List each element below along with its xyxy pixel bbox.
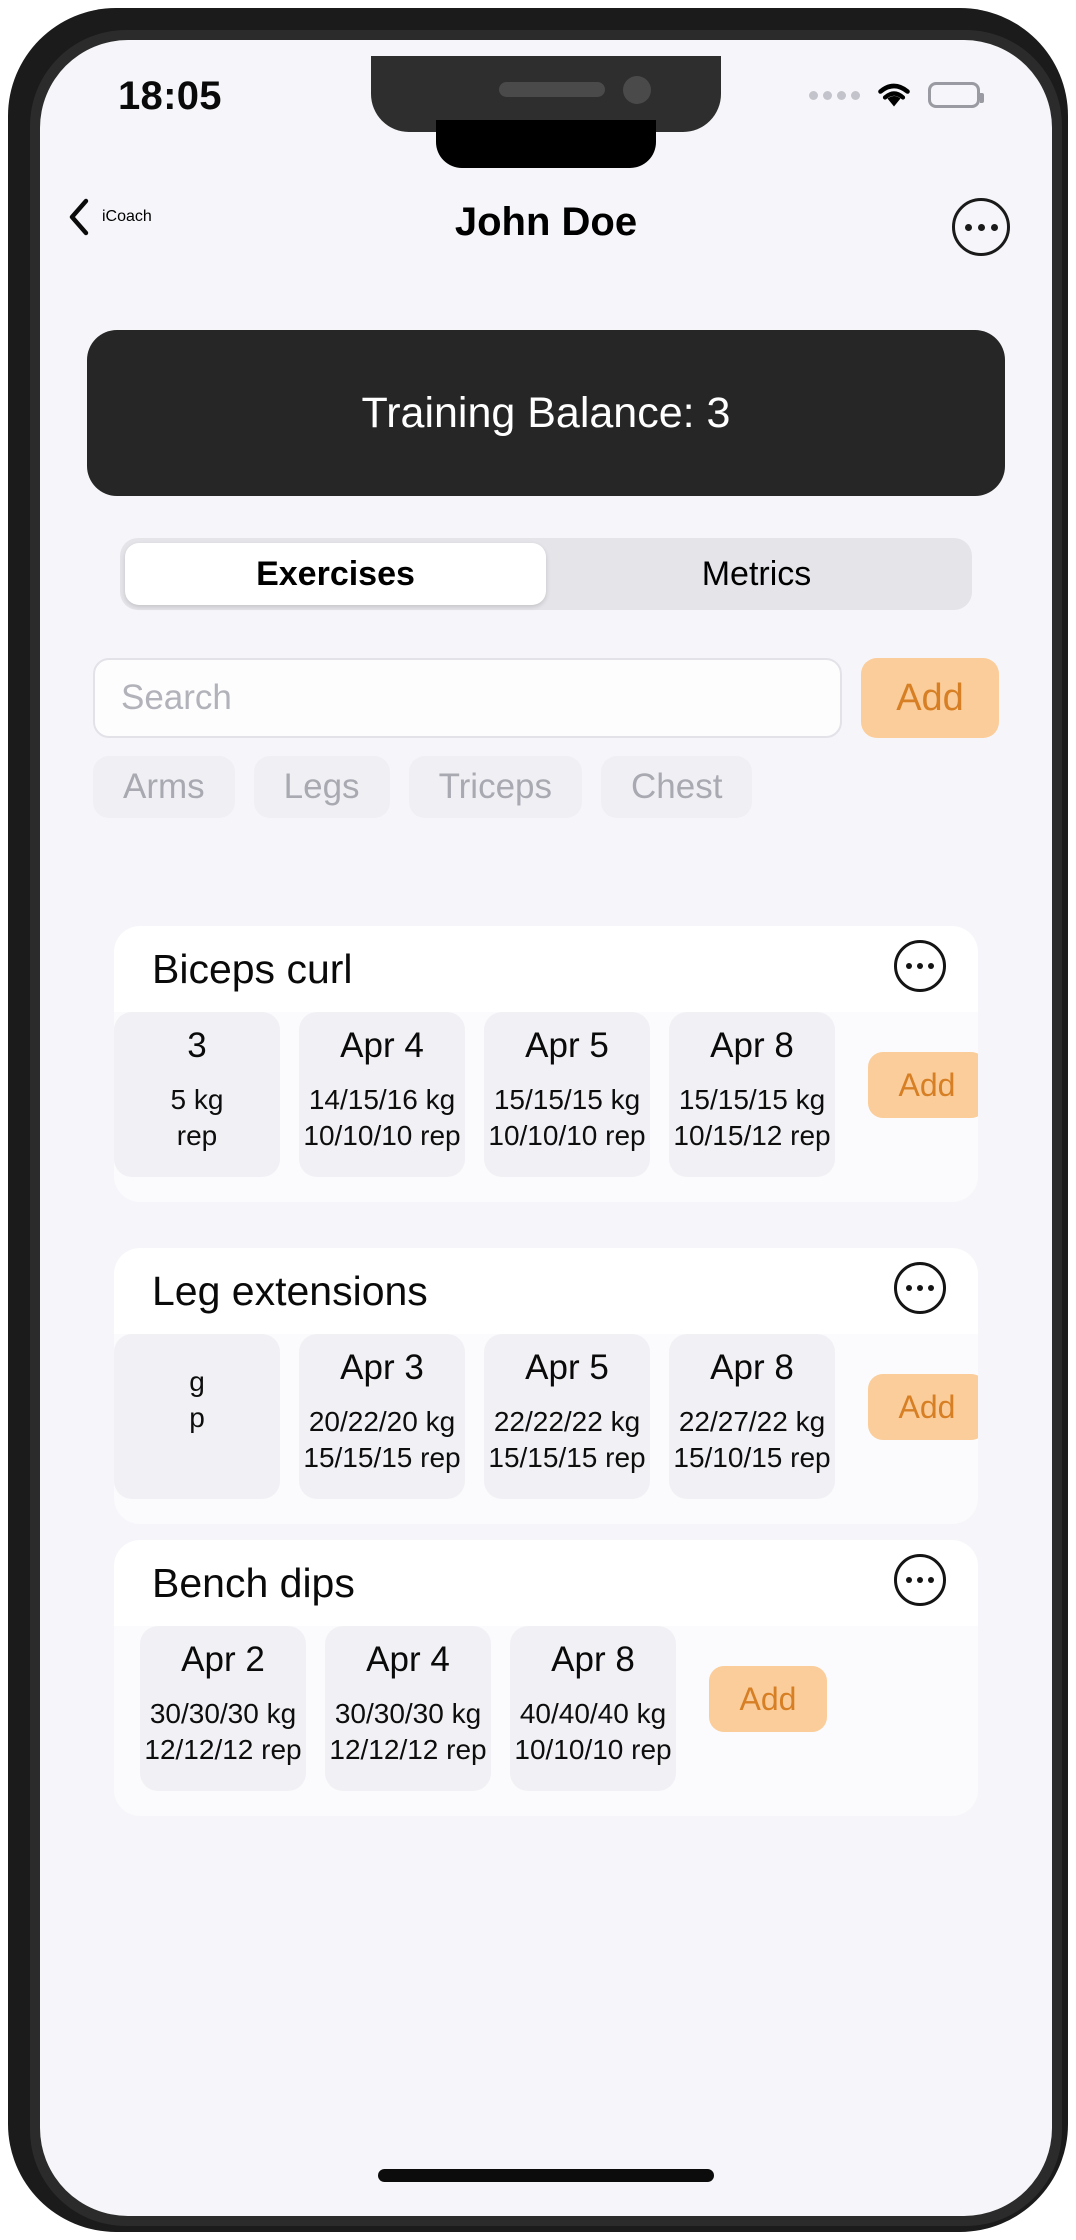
add-set-button[interactable]: Add bbox=[868, 1052, 978, 1118]
set-weight: 20/22/20 kg bbox=[308, 1406, 456, 1437]
filter-chip-arms-label: Arms bbox=[123, 767, 205, 806]
filter-chip-arms[interactable]: Arms bbox=[93, 756, 235, 818]
set-reps: 15/10/15 rep bbox=[673, 1441, 831, 1473]
exercise-set-tile[interactable]: Apr 8 15/15/15 kg 10/15/12 rep bbox=[669, 1012, 835, 1177]
ellipsis-circle-icon[interactable] bbox=[952, 198, 1010, 256]
segmented-control[interactable]: Exercises Metrics bbox=[120, 538, 972, 610]
add-set-button[interactable]: Add bbox=[868, 1374, 978, 1440]
status-indicators bbox=[809, 80, 984, 110]
ellipsis-circle-icon[interactable] bbox=[894, 940, 946, 992]
main-content: Training Balance: 3 Exercises Metrics Ad… bbox=[40, 276, 1052, 2136]
speaker-grille-icon bbox=[499, 82, 605, 97]
exercise-set-tile[interactable]: Apr 8 40/40/40 kg 10/10/10 rep bbox=[510, 1626, 676, 1791]
exercise-set-tile[interactable]: Apr 5 15/15/15 kg 10/10/10 rep bbox=[484, 1012, 650, 1177]
front-camera-icon bbox=[623, 76, 651, 104]
exercise-name: Biceps curl bbox=[152, 946, 353, 992]
exercise-sets-row[interactable]: Apr 2 30/30/30 kg 12/12/12 rep Apr 4 30/30/3… bbox=[114, 1626, 978, 1816]
set-reps: p bbox=[189, 1401, 205, 1433]
set-date: Apr 4 bbox=[366, 1640, 450, 1679]
filter-chip-triceps-label: Triceps bbox=[438, 767, 553, 806]
set-reps: 10/10/10 rep bbox=[488, 1119, 646, 1151]
exercise-card-header: Biceps curl bbox=[114, 926, 978, 1012]
set-reps: rep bbox=[176, 1119, 218, 1151]
set-reps: 12/12/12 rep bbox=[329, 1733, 487, 1765]
exercise-set-tile[interactable]: Apr 8 22/27/22 kg 15/10/15 rep bbox=[669, 1334, 835, 1499]
set-reps: 10/10/10 rep bbox=[514, 1733, 672, 1765]
set-weight: 40/40/40 kg bbox=[519, 1698, 667, 1729]
set-date: Apr 5 bbox=[525, 1348, 609, 1387]
training-balance-banner: Training Balance: 3 bbox=[87, 330, 1005, 496]
exercise-sets-row[interactable]: g p Apr 3 20/22/20 kg 15/15/15 rep Apr 5 22/22… bbox=[114, 1334, 978, 1524]
exercise-name: Leg extensions bbox=[152, 1268, 428, 1314]
set-weight: 15/15/15 kg bbox=[678, 1084, 826, 1115]
phone-screen: 18:05 iCoach John Doe Training Balance: … bbox=[40, 40, 1052, 2216]
notch-inner bbox=[436, 120, 656, 168]
filter-chip-legs[interactable]: Legs bbox=[253, 756, 390, 818]
exercise-set-tile[interactable]: Apr 3 20/22/20 kg 15/15/15 rep bbox=[299, 1334, 465, 1499]
exercise-set-tile[interactable]: gp bbox=[114, 1334, 280, 1499]
exercise-name: Bench dips bbox=[152, 1560, 355, 1606]
set-date: Apr 8 bbox=[710, 1026, 794, 1065]
exercise-card: Biceps curl 3 5 kg rep Apr 4 14/15/16 kg 10/10… bbox=[114, 926, 978, 1202]
exercise-card: Bench dips Apr 2 30/30/30 kg 12/12/12 rep Ap… bbox=[114, 1540, 978, 1816]
set-reps: 15/15/15 rep bbox=[303, 1441, 461, 1473]
search-input[interactable] bbox=[93, 658, 842, 738]
filter-chip-chest[interactable]: Chest bbox=[601, 756, 753, 818]
exercise-set-tile[interactable]: Apr 2 30/30/30 kg 12/12/12 rep bbox=[140, 1626, 306, 1791]
add-set-button[interactable]: Add bbox=[709, 1666, 827, 1732]
phone-frame: 18:05 iCoach John Doe Training Balance: … bbox=[8, 8, 1068, 2232]
set-weight: 15/15/15 kg bbox=[493, 1084, 641, 1115]
exercise-card-header: Leg extensions bbox=[114, 1248, 978, 1334]
filter-chip-legs-label: Legs bbox=[283, 767, 360, 806]
set-date: Apr 4 bbox=[340, 1026, 424, 1065]
set-reps: 15/15/15 rep bbox=[488, 1441, 646, 1473]
set-date: Apr 8 bbox=[551, 1640, 635, 1679]
search-row: Add bbox=[93, 658, 999, 738]
filter-chip-chest-label: Chest bbox=[631, 767, 723, 806]
exercise-set-tile[interactable]: Apr 4 30/30/30 kg 12/12/12 rep bbox=[325, 1626, 491, 1791]
set-reps: 12/12/12 rep bbox=[144, 1733, 302, 1765]
exercise-set-tile[interactable]: 3 5 kg rep bbox=[114, 1012, 280, 1177]
set-weight: 14/15/16 kg bbox=[308, 1084, 456, 1115]
signal-dots-icon bbox=[809, 90, 860, 100]
set-weight: g bbox=[189, 1366, 205, 1397]
ellipsis-circle-icon[interactable] bbox=[894, 1554, 946, 1606]
training-balance-text: Training Balance: 3 bbox=[361, 388, 731, 437]
filter-chip-triceps[interactable]: Triceps bbox=[408, 756, 583, 818]
set-weight: 22/27/22 kg bbox=[678, 1406, 826, 1437]
tab-metrics[interactable]: Metrics bbox=[546, 543, 967, 605]
set-date: Apr 3 bbox=[340, 1348, 424, 1387]
set-date: Apr 2 bbox=[181, 1640, 265, 1679]
tab-exercises-label: Exercises bbox=[256, 554, 415, 593]
set-date: Apr 5 bbox=[525, 1026, 609, 1065]
ellipsis-circle-icon[interactable] bbox=[894, 1262, 946, 1314]
wifi-icon bbox=[878, 83, 910, 107]
set-date: Apr 8 bbox=[710, 1348, 794, 1387]
filter-chip-list: Arms Legs Triceps Chest bbox=[93, 756, 999, 818]
battery-icon bbox=[928, 82, 984, 108]
nav-bar: iCoach John Doe bbox=[40, 190, 1052, 276]
tab-exercises[interactable]: Exercises bbox=[125, 543, 546, 605]
status-time: 18:05 bbox=[118, 74, 222, 118]
home-indicator[interactable] bbox=[378, 2169, 714, 2182]
set-date: 3 bbox=[187, 1026, 207, 1065]
exercise-sets-row[interactable]: 35 kg rep Apr 4 14/15/16 kg 10/10/10 rep Apr … bbox=[114, 1012, 978, 1202]
add-exercise-button[interactable]: Add bbox=[861, 658, 999, 738]
exercise-set-tile[interactable]: Apr 4 14/15/16 kg 10/10/10 rep bbox=[299, 1012, 465, 1177]
exercise-set-tile[interactable]: Apr 5 22/22/22 kg 15/15/15 rep bbox=[484, 1334, 650, 1499]
set-reps: 10/10/10 rep bbox=[303, 1119, 461, 1151]
tab-metrics-label: Metrics bbox=[701, 554, 812, 593]
set-weight: 5 kg bbox=[170, 1084, 224, 1115]
page-title: John Doe bbox=[454, 200, 638, 244]
set-weight: 30/30/30 kg bbox=[149, 1698, 297, 1729]
set-reps: 10/15/12 rep bbox=[673, 1119, 831, 1151]
set-weight: 30/30/30 kg bbox=[334, 1698, 482, 1729]
set-weight: 22/22/22 kg bbox=[493, 1406, 641, 1437]
exercise-card: Leg extensions g p Apr 3 20/22/20 kg 15/15/15… bbox=[114, 1248, 978, 1524]
exercise-card-header: Bench dips bbox=[114, 1540, 978, 1626]
